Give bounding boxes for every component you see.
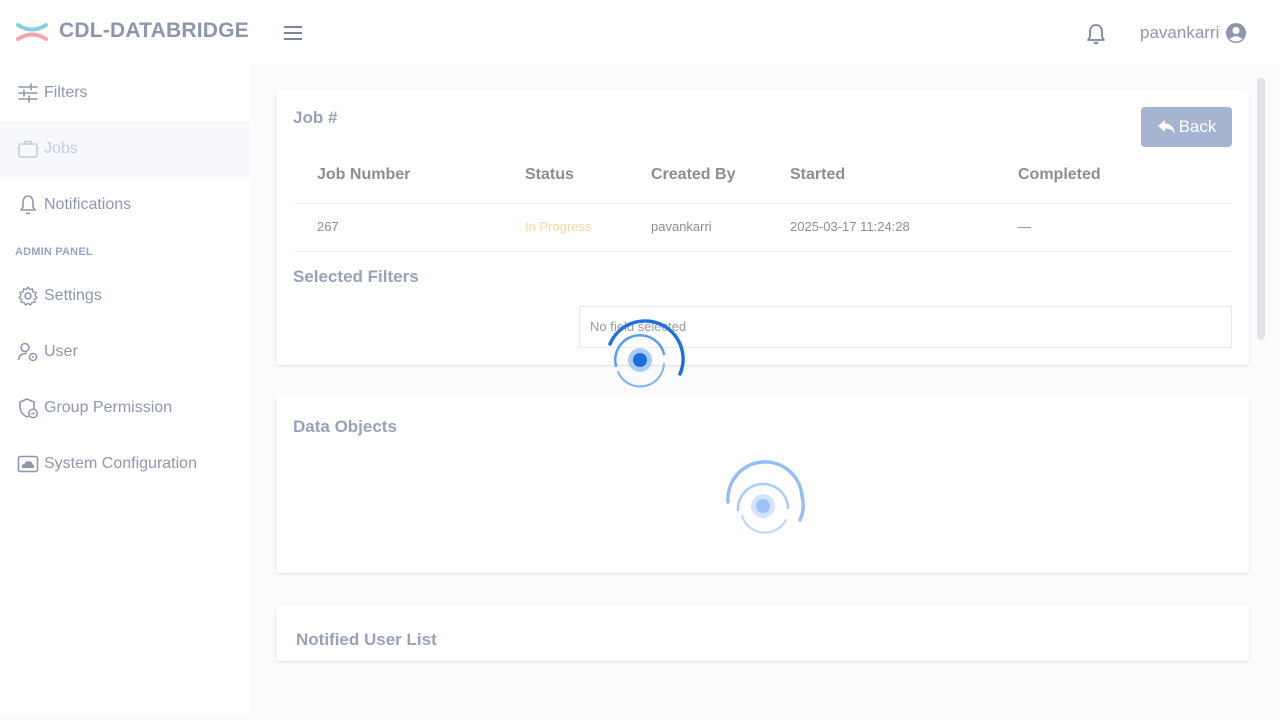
user-circle-icon[interactable] — [1225, 22, 1247, 44]
sidebar-item-system-configuration[interactable]: System Configuration — [0, 436, 250, 492]
sidebar-item-label: User — [44, 343, 78, 360]
sidebar-item-filters[interactable]: Filters — [0, 65, 250, 121]
briefcase-icon — [18, 140, 38, 158]
shield-icon — [19, 398, 38, 419]
sidebar-item-label: Filters — [44, 84, 88, 101]
logo-icon — [16, 23, 48, 41]
column-header-completed: Completed — [1018, 166, 1101, 183]
loading-spinner-icon — [726, 460, 805, 534]
data-objects-title: Data Objects — [293, 417, 397, 436]
sidebar-item-group-permission[interactable]: Group Permission — [0, 380, 250, 436]
sidebar-item-settings[interactable]: Settings — [0, 268, 250, 324]
back-button-label: Back — [1178, 117, 1217, 136]
sidebar-item-label: Group Permission — [44, 399, 173, 416]
column-header-status: Status — [525, 166, 574, 183]
cell-completed: — — [1018, 219, 1031, 234]
bell-icon — [20, 195, 36, 215]
sidebar-item-label: System Configuration — [44, 455, 197, 472]
username[interactable]: pavankarri — [1140, 23, 1219, 43]
sidebar-item-jobs[interactable]: Jobs — [0, 121, 250, 177]
reply-arrow-icon — [1157, 120, 1175, 134]
table-divider — [293, 251, 1232, 252]
cloud-icon — [17, 455, 39, 473]
gear-icon — [18, 286, 38, 306]
column-header-job-number: Job Number — [317, 166, 411, 183]
status-badge: In Progress — [525, 219, 592, 234]
admin-panel-heading: ADMIN PANEL — [15, 246, 93, 258]
loading-spinner-icon — [608, 319, 685, 388]
column-header-created-by: Created By — [651, 166, 736, 183]
sidebar-item-label: Jobs — [44, 140, 78, 157]
back-button[interactable]: Back — [1141, 107, 1232, 147]
scrollbar[interactable] — [1257, 78, 1265, 340]
cell-job-number: 267 — [317, 219, 339, 234]
column-header-started: Started — [790, 166, 846, 183]
filters-icon — [18, 83, 38, 103]
user-gear-icon — [17, 342, 38, 362]
app-header: CDL-DATABRIDGE pavankarri — [0, 0, 1280, 64]
sidebar-item-user[interactable]: User — [0, 324, 250, 380]
notified-users-title: Notified User List — [296, 630, 437, 649]
selected-filters-title: Selected Filters — [293, 267, 419, 286]
sidebar-item-notifications[interactable]: Notifications — [0, 177, 250, 233]
sidebar: Filters Jobs Notifications ADMIN PANEL S… — [0, 64, 250, 714]
menu-icon[interactable] — [284, 26, 306, 44]
sidebar-item-label: Notifications — [44, 196, 132, 213]
brand-title: CDL-DATABRIDGE — [59, 19, 249, 42]
cell-started: 2025-03-17 11:24:28 — [790, 219, 910, 234]
job-title: Job # — [293, 108, 338, 127]
table-divider — [293, 203, 1232, 204]
cell-created-by: pavankarri — [651, 219, 712, 234]
bell-icon[interactable] — [1085, 22, 1107, 46]
sidebar-item-label: Settings — [44, 287, 102, 304]
